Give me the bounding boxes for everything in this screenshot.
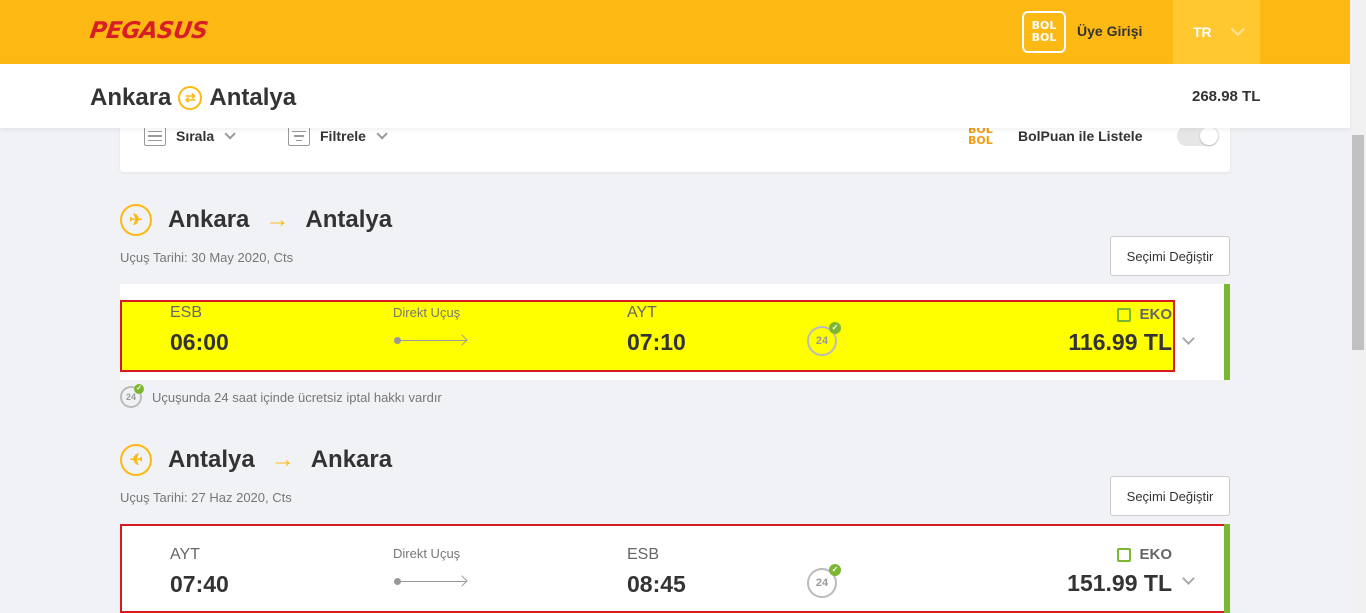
language-selector[interactable]: TR — [1173, 0, 1260, 64]
arrival-code: AYT — [627, 304, 657, 321]
fare-class-label: EKO — [1139, 306, 1172, 323]
edit-icon — [1117, 307, 1132, 322]
highlight-box — [120, 524, 1230, 613]
arrival-time: 07:10 — [627, 329, 686, 355]
arrow-right-icon: → — [270, 446, 295, 473]
leg-outbound-heading: ✈ Ankara → Antalya — [120, 204, 392, 236]
plane-icon: ✈ — [120, 444, 152, 476]
flight-path-icon — [394, 578, 466, 585]
filter-label: Filtrele — [320, 128, 366, 144]
free-cancel-24h-icon: 24 — [807, 564, 841, 598]
fare-class-badge: EKO — [1117, 546, 1172, 563]
cancel-note-text: Uçuşunda 24 saat içinde ücretsiz iptal h… — [152, 389, 442, 405]
pegasus-logo[interactable]: PEGASUS — [88, 18, 209, 44]
arrival-time: 08:45 — [627, 571, 686, 597]
leg-return-heading: ✈ Antalya → Ankara — [120, 444, 392, 476]
sort-icon — [144, 126, 166, 146]
bolbol-bottom-text: BOL — [1031, 31, 1057, 44]
chevron-down-icon — [224, 128, 236, 140]
flight-path-icon — [394, 337, 466, 344]
filter-button[interactable]: Filtrele — [288, 126, 388, 146]
sort-label: Sırala — [176, 128, 215, 144]
scrollbar-thumb[interactable] — [1352, 135, 1364, 350]
language-code: TR — [1193, 24, 1212, 40]
change-selection-button[interactable]: Seçimi Değiştir — [1110, 476, 1230, 516]
chevron-down-icon — [376, 128, 388, 140]
flight-price: 116.99 TL — [1068, 329, 1172, 355]
bolbol-icon[interactable]: BOL BOL — [1022, 11, 1066, 53]
change-selection-button[interactable]: Seçimi Değiştir — [1110, 236, 1230, 276]
chevron-down-icon — [1230, 22, 1245, 37]
leg-to: Ankara — [310, 446, 393, 473]
leg-date: Uçuş Tarihi: 30 May 2020, Cts — [120, 250, 294, 265]
fare-class-badge: EKO — [1117, 306, 1172, 323]
edit-icon — [1117, 547, 1132, 562]
filter-icon — [288, 126, 310, 146]
swap-icon: ⇄ — [178, 86, 203, 110]
fare-class-label: EKO — [1139, 546, 1172, 563]
free-cancel-24h-icon: 24 — [807, 322, 841, 356]
bolpuan-toggle[interactable] — [1177, 126, 1219, 146]
trip-summary-bar: Ankara ⇄ Antalya 268.98 TL — [0, 64, 1350, 128]
flight-card-return[interactable]: AYT 07:40 Direkt Uçuş ESB 08:45 24 EKO 1… — [120, 524, 1230, 613]
chevron-down-icon[interactable] — [1182, 332, 1195, 345]
page-title: Ankara ⇄ Antalya — [90, 84, 296, 112]
leg-from: Ankara — [168, 206, 250, 233]
arrival-code: ESB — [627, 546, 660, 563]
origin-city: Ankara — [90, 84, 172, 111]
flight-card-outbound[interactable]: ESB 06:00 Direkt Uçuş AYT 07:10 24 EKO 1… — [120, 284, 1230, 380]
bolpuan-label: BolPuan ile Listele — [1018, 128, 1143, 144]
page-scrollbar[interactable] — [1350, 0, 1366, 613]
departure-time: 06:00 — [170, 329, 229, 355]
sort-button[interactable]: Sırala — [144, 126, 236, 146]
flight-type: Direkt Uçuş — [393, 546, 461, 561]
member-login-link[interactable]: Üye Girişi — [1077, 23, 1142, 39]
leg-date: Uçuş Tarihi: 27 Haz 2020, Cts — [120, 490, 292, 505]
plane-icon: ✈ — [120, 204, 152, 236]
cancel-policy-note: 24 Uçuşunda 24 saat içinde ücretsiz ipta… — [120, 384, 442, 408]
free-cancel-24h-icon: 24 — [120, 384, 144, 408]
total-price: 268.98 TL — [1192, 88, 1261, 105]
leg-to: Antalya — [305, 206, 393, 233]
arrow-right-icon: → — [265, 206, 290, 233]
departure-code: ESB — [170, 304, 203, 321]
departure-code: AYT — [170, 546, 200, 563]
departure-time: 07:40 — [170, 571, 229, 597]
destination-city: Antalya — [209, 84, 297, 111]
leg-from: Antalya — [168, 446, 255, 473]
top-header: PEGASUS BOL BOL Üye Girişi TR — [0, 0, 1350, 64]
flight-type: Direkt Uçuş — [393, 305, 461, 320]
flight-price: 151.99 TL — [1067, 570, 1172, 596]
